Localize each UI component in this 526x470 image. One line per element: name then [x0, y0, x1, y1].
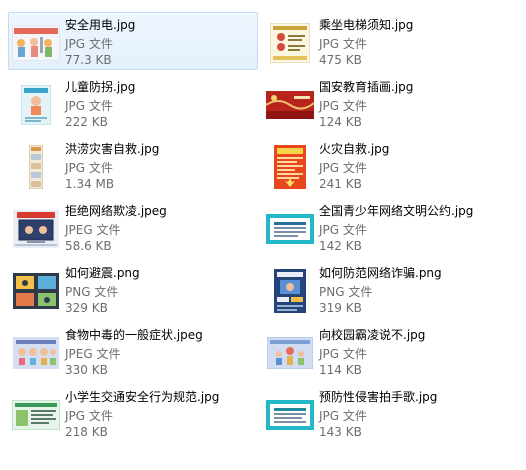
file-type: PNG 文件	[319, 285, 373, 299]
file-size: 475 KB	[319, 53, 362, 67]
file-name: 小学生交通安全行为规范.jpg	[65, 390, 220, 404]
file-name: 火灾自救.jpg	[319, 142, 390, 156]
earthquake-thumbnail	[12, 271, 60, 311]
file-type: JPG 文件	[319, 161, 367, 175]
file-type: JPG 文件	[319, 37, 367, 51]
file-item-school-bullying[interactable]: 向校园霸凌说不.jpg JPG 文件 114 KB	[262, 322, 512, 380]
file-name: 食物中毒的一般症状.jpeg	[65, 328, 203, 342]
file-item-safety-electricity[interactable]: 安全用电.jpg JPG 文件 77.3 KB	[8, 12, 258, 70]
file-item-traffic-safety[interactable]: 小学生交通安全行为规范.jpg JPG 文件 218 KB	[8, 384, 258, 442]
file-item-fire-self-rescue[interactable]: 火灾自救.jpg JPG 文件 241 KB	[262, 136, 512, 194]
file-item-food-poisoning[interactable]: 食物中毒的一般症状.jpeg JPEG 文件 330 KB	[8, 322, 258, 380]
file-size: 319 KB	[319, 301, 362, 315]
file-size: 241 KB	[319, 177, 362, 191]
file-size: 218 KB	[65, 425, 108, 439]
file-item-elevator-notice[interactable]: 乘坐电梯须知.jpg JPG 文件 475 KB	[262, 12, 512, 70]
file-size: 58.6 KB	[65, 239, 112, 253]
file-type: JPG 文件	[65, 37, 113, 51]
safety-electricity-poster-thumbnail	[12, 23, 60, 63]
file-item-online-fraud[interactable]: 如何防范网络诈骗.png PNG 文件 319 KB	[262, 260, 512, 318]
file-type: JPEG 文件	[65, 347, 121, 361]
file-size: 124 KB	[319, 115, 362, 129]
file-list: 安全用电.jpg JPG 文件 77.3 KB 乘坐电梯须知.jpg JPG 文…	[0, 0, 526, 470]
traffic-safety-thumbnail	[12, 395, 60, 435]
prevention-song-thumbnail	[266, 395, 314, 435]
file-name: 全国青少年网络文明公约.jpg	[319, 204, 474, 218]
file-name: 拒绝网络欺凌.jpeg	[65, 204, 167, 218]
file-name: 如何避震.png	[65, 266, 140, 280]
school-bullying-thumbnail	[266, 333, 314, 373]
network-convention-thumbnail	[266, 209, 314, 249]
file-item-child-anti-abduction[interactable]: 儿童防拐.jpg JPG 文件 222 KB	[8, 74, 258, 132]
file-name: 如何防范网络诈骗.png	[319, 266, 442, 280]
file-item-network-convention[interactable]: 全国青少年网络文明公约.jpg JPG 文件 142 KB	[262, 198, 512, 256]
file-name: 乘坐电梯须知.jpg	[319, 18, 414, 32]
food-poisoning-thumbnail	[12, 333, 60, 373]
file-size: 142 KB	[319, 239, 362, 253]
file-item-earthquake[interactable]: 如何避震.png PNG 文件 329 KB	[8, 260, 258, 318]
file-item-national-security[interactable]: 国安教育插画.jpg JPG 文件 124 KB	[262, 74, 512, 132]
file-item-prevention-song[interactable]: 预防性侵害拍手歌.jpg JPG 文件 143 KB	[262, 384, 512, 442]
file-size: 330 KB	[65, 363, 108, 377]
file-name: 国安教育插画.jpg	[319, 80, 414, 94]
file-name: 向校园霸凌说不.jpg	[319, 328, 426, 342]
child-anti-abduction-thumbnail	[12, 85, 60, 125]
file-name: 洪涝灾害自救.jpg	[65, 142, 160, 156]
elevator-notice-thumbnail	[266, 23, 314, 63]
file-size: 1.34 MB	[65, 177, 115, 191]
cyberbullying-thumbnail	[12, 209, 60, 249]
fire-self-rescue-thumbnail	[266, 145, 314, 189]
file-type: JPG 文件	[319, 223, 367, 237]
file-type: JPG 文件	[319, 99, 367, 113]
file-type: JPG 文件	[65, 99, 113, 113]
file-item-flood-self-rescue[interactable]: 洪涝灾害自救.jpg JPG 文件 1.34 MB	[8, 136, 258, 194]
file-type: JPG 文件	[65, 161, 113, 175]
file-size: 77.3 KB	[65, 53, 112, 67]
file-size: 143 KB	[319, 425, 362, 439]
file-type: JPG 文件	[319, 409, 367, 423]
file-size: 329 KB	[65, 301, 108, 315]
file-name: 安全用电.jpg	[65, 18, 136, 32]
file-type: JPG 文件	[319, 347, 367, 361]
national-security-banner-thumbnail	[266, 85, 314, 125]
file-type: PNG 文件	[65, 285, 119, 299]
file-item-cyberbullying[interactable]: 拒绝网络欺凌.jpeg JPEG 文件 58.6 KB	[8, 198, 258, 256]
file-type: JPG 文件	[65, 409, 113, 423]
file-size: 222 KB	[65, 115, 108, 129]
flood-self-rescue-thumbnail	[12, 145, 60, 189]
file-name: 儿童防拐.jpg	[65, 80, 136, 94]
file-name: 预防性侵害拍手歌.jpg	[319, 390, 438, 404]
file-type: JPEG 文件	[65, 223, 121, 237]
file-size: 114 KB	[319, 363, 362, 377]
online-fraud-thumbnail	[266, 269, 314, 313]
